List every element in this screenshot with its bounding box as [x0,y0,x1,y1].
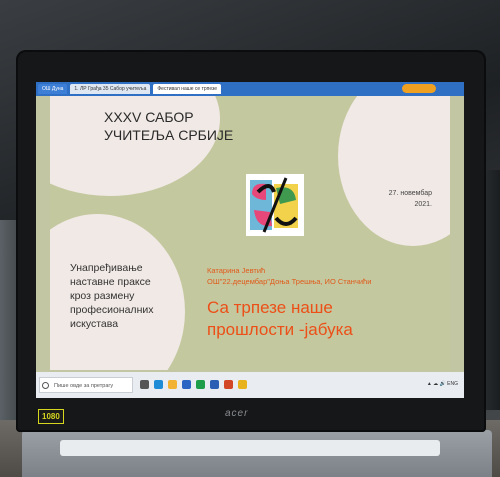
subtitle-line: професионалних [70,304,154,316]
date-line: 2021. [414,201,432,208]
taskbar-search-input[interactable]: Пише овде за претрагу [39,377,133,393]
subtitle-line: кроз размену [70,290,135,302]
subtitle-line: искустава [70,318,119,330]
author-info: Катарина Јевтић ОШ"22.децембар"Доња Треш… [207,265,371,287]
store-icon[interactable] [182,380,191,389]
brand-logo: acer [225,408,249,419]
laptop-hinge-strip [60,440,440,456]
chrome-icon[interactable] [238,380,247,389]
presentation-slide: XXXV САБОР УЧИТЕЉА СРБИЈЕ 27. новембар 2… [50,96,450,370]
author-school: ОШ"22.децембар"Доња Трешња, ИО Станчићи [207,277,372,286]
browser-tab[interactable]: ОШ Дуна [38,84,68,94]
conference-logo [246,174,304,236]
author-name: Катарина Јевтић [207,266,266,275]
spreadsheet-icon[interactable] [196,380,205,389]
subtitle-line: Унапређивање [70,262,143,274]
browser-tab-bar: ОШ Дуна 1. ЛР Грађа 35 Сабор учитеља Фес… [36,82,464,96]
slide-date: 27. новембар 2021. [368,188,432,210]
slide-subtitle: Унапређивање наставне праксе кроз размен… [70,261,180,331]
slide-headline: Са трпезе наше прошлости -јабука [207,298,353,339]
system-tray: ▲ ☁ 🔊 ENG [426,381,458,387]
browser-tab[interactable]: 1. ЛР Грађа 35 Сабор учитеља [70,84,151,94]
browser-tab[interactable]: Фестивал наше се трпезе [153,84,222,94]
edge-icon[interactable] [154,380,163,389]
task-view-icon[interactable] [140,380,149,389]
word-icon[interactable] [210,380,219,389]
laptop-screen: ОШ Дуна 1. ЛР Грађа 35 Сабор учитеља Фес… [36,82,464,398]
profile-pill[interactable] [402,84,436,93]
decorative-circle [338,96,450,246]
title-line: УЧИТЕЉА СРБИЈЕ [104,127,234,143]
subtitle-line: наставне праксе [70,276,151,288]
title-line: XXXV САБОР [104,109,194,125]
powerpoint-icon[interactable] [224,380,233,389]
search-icon [42,382,49,389]
folder-icon[interactable] [168,380,177,389]
resolution-badge: 1080 [38,409,64,424]
date-line: 27. новембар [388,190,432,197]
windows-taskbar: Пише овде за претрагу ▲ ☁ 🔊 ENG [36,372,464,398]
slide-title: XXXV САБОР УЧИТЕЉА СРБИЈЕ [104,108,233,144]
